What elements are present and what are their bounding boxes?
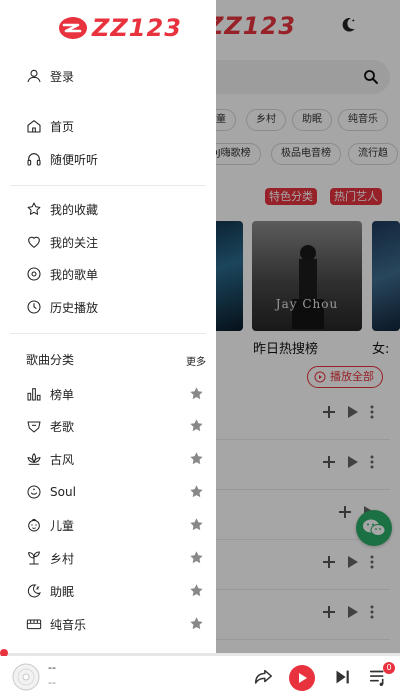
category-label: 老歌 bbox=[50, 419, 75, 434]
next-track-icon[interactable] bbox=[331, 666, 353, 688]
nav-label: 我的收藏 bbox=[50, 202, 99, 217]
drawer-logo: ZZ123 bbox=[58, 14, 182, 42]
moon-icon bbox=[27, 584, 41, 598]
lotus-icon bbox=[27, 452, 41, 465]
nav-label: 首页 bbox=[50, 119, 75, 134]
mini-player: -- -- 0 bbox=[0, 656, 400, 700]
play-icon bbox=[299, 673, 307, 683]
child-icon bbox=[28, 518, 40, 532]
category-section-title: 歌曲分类 bbox=[26, 353, 75, 367]
category-item-ancient-style[interactable]: 古风 bbox=[26, 448, 206, 470]
category-item-children[interactable]: 儿童 bbox=[26, 514, 206, 536]
star-outline-icon bbox=[27, 202, 41, 215]
star-icon[interactable] bbox=[189, 550, 204, 565]
nav-item-home[interactable]: 首页 bbox=[26, 115, 74, 137]
category-label: Soul bbox=[50, 485, 76, 499]
share-icon[interactable] bbox=[252, 666, 274, 688]
divider bbox=[10, 185, 206, 186]
brand-logo-text: ZZ123 bbox=[92, 14, 182, 42]
star-icon[interactable] bbox=[189, 484, 204, 499]
login-label: 登录 bbox=[50, 69, 75, 84]
nav-item-my-playlists[interactable]: 我的歌单 bbox=[26, 263, 98, 285]
disc-icon bbox=[27, 267, 41, 281]
now-playing-title: -- bbox=[48, 661, 56, 674]
star-icon[interactable] bbox=[189, 616, 204, 631]
nav-item-following[interactable]: 我的关注 bbox=[26, 231, 98, 253]
nav-item-history[interactable]: 历史播放 bbox=[26, 296, 98, 318]
star-icon[interactable] bbox=[189, 386, 204, 401]
category-label: 古风 bbox=[50, 452, 75, 467]
divider bbox=[10, 333, 206, 334]
play-button[interactable] bbox=[289, 665, 315, 691]
star-icon[interactable] bbox=[189, 451, 204, 466]
category-item-soul[interactable]: Soul bbox=[26, 481, 206, 503]
category-label: 乡村 bbox=[50, 551, 75, 566]
login-item[interactable]: 登录 bbox=[26, 65, 74, 87]
shield-icon bbox=[27, 421, 41, 433]
category-label: 榜单 bbox=[50, 387, 75, 402]
brand-logo-icon bbox=[59, 17, 87, 39]
side-drawer: ZZ123 登录 首页 随便听听 我的收藏 我的关注 我的歌单 历史播放 歌曲分… bbox=[0, 0, 216, 655]
category-more-link[interactable]: 更多 bbox=[186, 353, 206, 368]
queue-count-badge: 0 bbox=[383, 662, 395, 674]
soul-icon bbox=[27, 485, 41, 499]
nav-label: 随便听听 bbox=[50, 152, 99, 167]
category-item-country[interactable]: 乡村 bbox=[26, 547, 206, 569]
category-label: 儿童 bbox=[50, 518, 75, 533]
user-icon bbox=[27, 69, 41, 83]
headphones-icon bbox=[27, 153, 41, 166]
category-label: 纯音乐 bbox=[50, 617, 87, 632]
category-item-sleep[interactable]: 助眠 bbox=[26, 580, 206, 602]
category-item-pure-music[interactable]: 纯音乐 bbox=[26, 613, 206, 635]
nav-item-favorites[interactable]: 我的收藏 bbox=[26, 198, 98, 220]
star-icon[interactable] bbox=[189, 418, 204, 433]
nav-label: 历史播放 bbox=[50, 300, 99, 315]
piano-icon bbox=[26, 619, 42, 630]
star-icon[interactable] bbox=[189, 583, 204, 598]
nav-label: 我的关注 bbox=[50, 235, 99, 250]
nav-item-random-listen[interactable]: 随便听听 bbox=[26, 148, 98, 170]
category-item-oldies[interactable]: 老歌 bbox=[26, 415, 206, 437]
bar-chart-icon bbox=[27, 388, 41, 401]
clock-icon bbox=[27, 300, 41, 314]
now-playing-artist: -- bbox=[48, 676, 56, 689]
star-icon[interactable] bbox=[189, 517, 204, 532]
category-item-charts[interactable]: 榜单 bbox=[26, 383, 206, 405]
category-label: 助眠 bbox=[50, 584, 75, 599]
album-disc-icon[interactable] bbox=[12, 663, 40, 691]
nav-label: 我的歌单 bbox=[50, 267, 99, 282]
heart-icon bbox=[28, 236, 40, 248]
sprout-icon bbox=[28, 551, 40, 565]
home-icon bbox=[27, 120, 41, 133]
